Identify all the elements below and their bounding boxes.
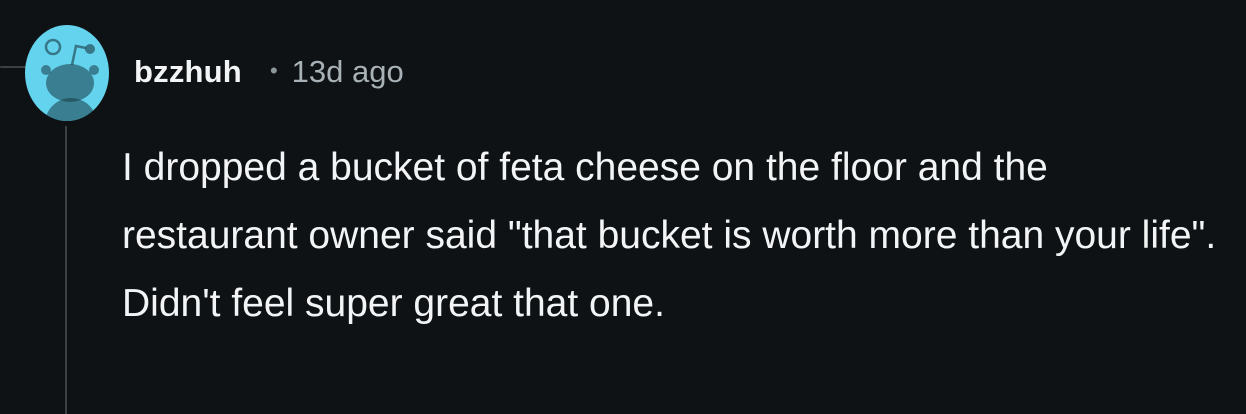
user-avatar[interactable]: [24, 20, 110, 122]
thread-line[interactable]: [65, 126, 67, 414]
author-username[interactable]: bzzhuh: [134, 54, 242, 90]
meta-separator: •: [269, 58, 278, 83]
thread-connector-line: [0, 66, 26, 68]
comment-timestamp[interactable]: 13d ago: [292, 54, 404, 90]
comment-body: I dropped a bucket of feta cheese on the…: [122, 146, 1217, 325]
comment-header: bzzhuh • 13d ago: [134, 50, 404, 94]
snoo-avatar-icon: [25, 25, 109, 121]
